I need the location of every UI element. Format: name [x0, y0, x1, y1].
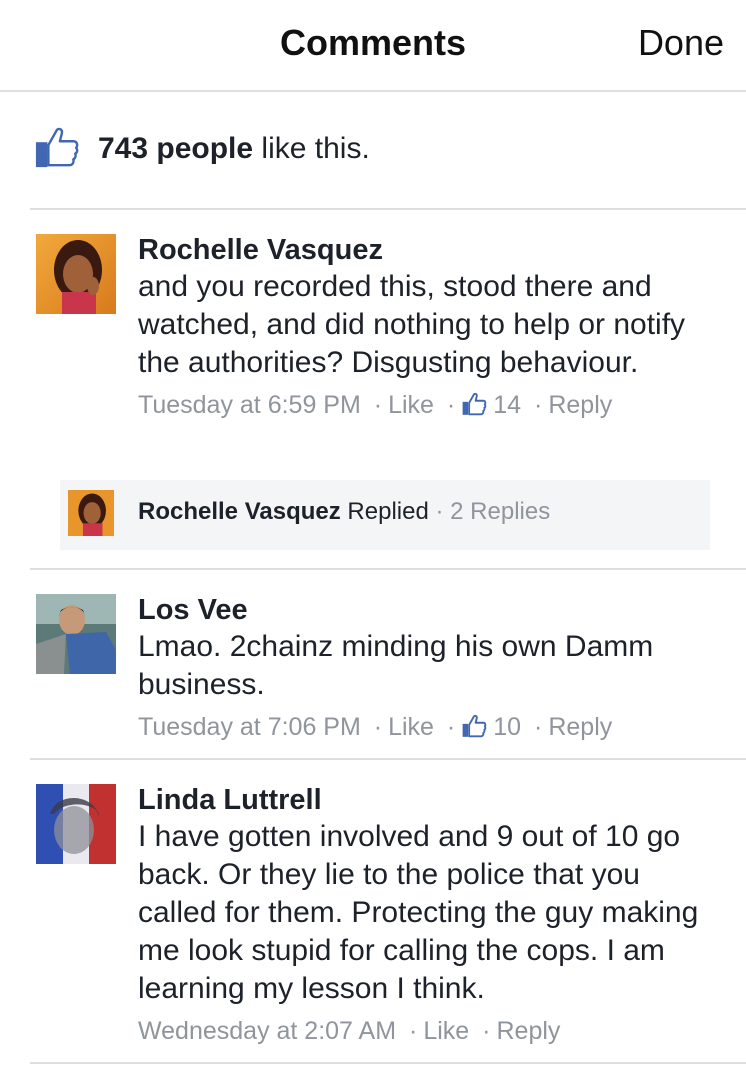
separator-dot: · [435, 498, 451, 525]
comment-meta: Wednesday at 2:07 AM · Like · Reply [138, 1014, 716, 1048]
comment-item: Los Vee Lmao. 2chainz minding his own Da… [0, 570, 746, 758]
avatar[interactable] [36, 784, 116, 864]
reply-button[interactable]: Reply [496, 1017, 560, 1045]
comment-author[interactable]: Rochelle Vasquez [138, 232, 716, 268]
thumbs-up-icon [462, 392, 487, 416]
like-count[interactable]: 14 [493, 391, 521, 419]
likes-suffix: like this. [261, 132, 370, 165]
separator-dot: · [373, 391, 383, 419]
reply-summary: Rochelle Vasquez Replied · 2 Replies [138, 498, 550, 526]
replies-preview[interactable]: Rochelle Vasquez Replied · 2 Replies [60, 480, 710, 550]
reply-count[interactable]: 2 Replies [450, 498, 550, 525]
avatar[interactable] [36, 234, 116, 314]
comment-text: Lmao. 2chainz minding his own Damm busin… [138, 630, 654, 701]
comment-time: Tuesday at 6:59 PM [138, 391, 361, 419]
like-button[interactable]: Like [388, 391, 434, 419]
like-button[interactable]: Like [423, 1017, 469, 1045]
header-bar: Comments Done [0, 0, 746, 92]
likes-count-text: 743 people like this. [98, 132, 370, 166]
comment-author[interactable]: Linda Luttrell [138, 782, 716, 818]
reply-avatar [68, 490, 114, 536]
reply-author[interactable]: Rochelle Vasquez [138, 498, 341, 525]
done-button[interactable]: Done [638, 22, 724, 64]
separator-dot: · [534, 391, 543, 419]
separator-dot: · [446, 713, 456, 741]
reply-button[interactable]: Reply [548, 713, 612, 741]
comment-time: Tuesday at 7:06 PM [138, 713, 361, 741]
comment-text: I have gotten involved and 9 out of 10 g… [138, 820, 699, 1005]
avatar-image [68, 490, 114, 536]
avatar[interactable] [36, 594, 116, 674]
separator-dot: · [482, 1017, 491, 1045]
page-title: Comments [279, 22, 467, 63]
separator-dot: · [409, 1017, 418, 1045]
comment-time: Wednesday at 2:07 AM [138, 1017, 397, 1045]
divider [30, 1062, 746, 1064]
thumbs-up-icon [462, 714, 487, 738]
comment-meta: Tuesday at 6:59 PM · Like · 14 · Reply [138, 388, 716, 422]
comment-meta: Tuesday at 7:06 PM · Like · 10 · Reply [138, 710, 716, 744]
reply-action: Replied [347, 498, 429, 525]
separator-dot: · [446, 391, 456, 419]
likes-count[interactable]: 743 people [98, 132, 253, 165]
comment-author[interactable]: Los Vee [138, 592, 716, 628]
avatar-image [36, 784, 116, 864]
thumbs-up-icon [35, 127, 79, 168]
avatar-image [36, 594, 116, 674]
like-button[interactable]: Like [388, 713, 434, 741]
comment-item: Linda Luttrell I have gotten involved an… [0, 760, 746, 1060]
comment-text: and you recorded this, stood there and w… [138, 270, 686, 379]
separator-dot: · [373, 713, 383, 741]
reply-button[interactable]: Reply [548, 391, 612, 419]
likes-summary[interactable]: 743 people like this. [0, 92, 746, 208]
like-count[interactable]: 10 [493, 713, 521, 741]
separator-dot: · [534, 713, 543, 741]
avatar-image [36, 234, 116, 314]
comment-item: Rochelle Vasquez and you recorded this, … [0, 210, 746, 568]
